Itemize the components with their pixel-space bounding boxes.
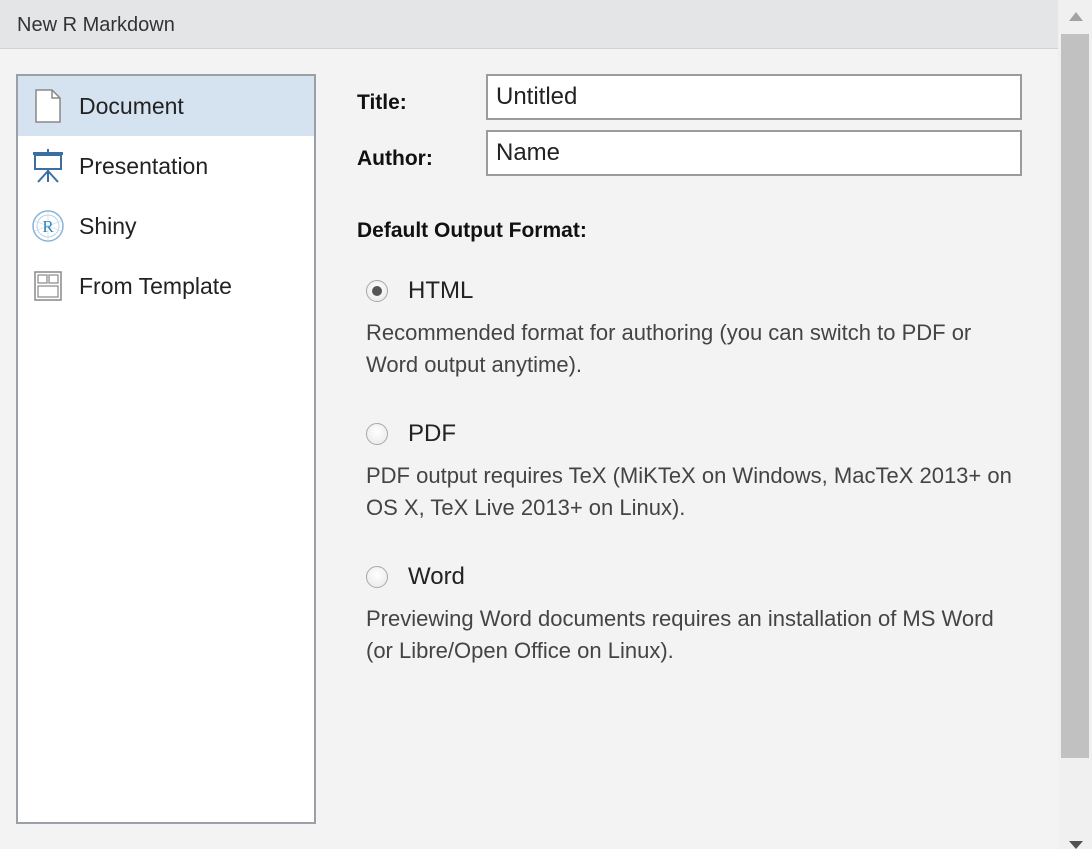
html-radio-label[interactable]: HTML [408,277,473,305]
word-description: Previewing Word documents requires an in… [366,606,994,663]
scroll-up-icon[interactable] [1069,12,1083,21]
title-label: Title: [357,91,407,114]
vertical-scrollbar[interactable] [1058,0,1092,849]
format-option-pdf[interactable]: PDF [366,420,456,448]
format-option-word[interactable]: Word [366,563,465,591]
output-format-label: Default Output Format: [357,219,587,242]
sidebar-item-from-template[interactable]: From Template [18,256,314,316]
dialog-title: New R Markdown [17,14,175,36]
pdf-radio-label[interactable]: PDF [408,420,456,448]
author-input[interactable] [486,130,1022,176]
author-label: Author: [357,147,433,170]
sidebar-item-label: Shiny [79,212,137,239]
pdf-radio[interactable] [366,423,388,445]
presentation-icon [31,149,65,183]
word-radio-label[interactable]: Word [408,563,465,591]
dialog-titlebar: New R Markdown [0,0,1058,49]
sidebar-item-label: Presentation [79,152,209,179]
document-icon [31,89,65,123]
template-type-list: Document Presentation R Shiny From Templ… [16,74,316,824]
sidebar-item-label: Document [79,92,184,119]
scrollbar-thumb[interactable] [1061,34,1089,758]
sidebar-item-document[interactable]: Document [18,76,314,136]
scroll-down-icon[interactable] [1069,841,1083,849]
word-radio[interactable] [366,566,388,588]
html-radio[interactable] [366,280,388,302]
template-icon [31,269,65,303]
sidebar-item-presentation[interactable]: Presentation [18,136,314,196]
sidebar-item-shiny[interactable]: R Shiny [18,196,314,256]
shiny-icon: R [31,209,65,243]
sidebar-item-label: From Template [79,272,232,299]
html-description: Recommended format for authoring (you ca… [366,320,972,377]
pdf-description: PDF output requires TeX (MiKTeX on Windo… [366,463,1012,520]
svg-text:R: R [42,217,54,236]
format-option-html[interactable]: HTML [366,277,473,305]
title-input[interactable] [486,74,1022,120]
